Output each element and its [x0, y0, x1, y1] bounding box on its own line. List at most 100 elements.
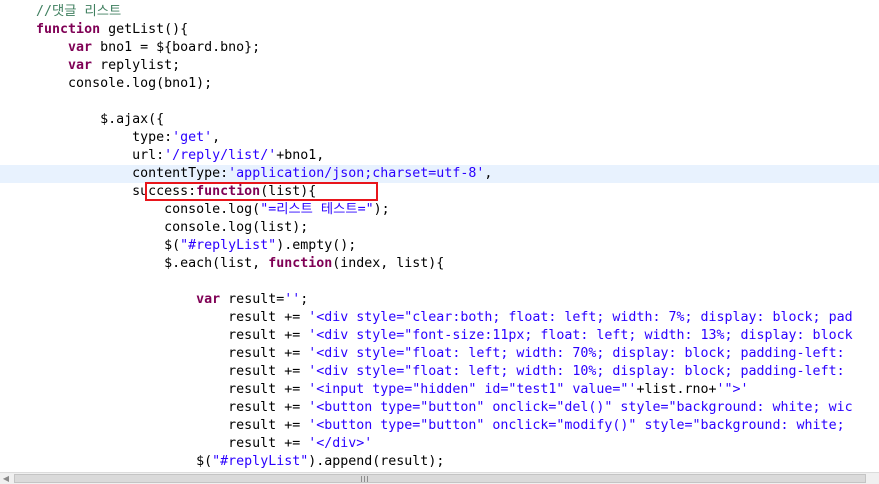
- code-token-plain: url:: [132, 148, 165, 163]
- code-token-string: '': [284, 292, 301, 307]
- code-token-plain: $(: [196, 454, 213, 469]
- code-line[interactable]: [0, 93, 879, 111]
- code-line[interactable]: //댓글 리스트: [0, 3, 879, 21]
- code-token-plain: result +=: [228, 382, 309, 397]
- code-token-string: '<button type="button" onclick="del()" s…: [308, 400, 853, 415]
- code-token-string: '">': [716, 382, 749, 397]
- code-token-plain: result +=: [228, 346, 309, 361]
- code-token-string: '<input type="hidden" id="test1" value="…: [308, 382, 637, 397]
- code-line[interactable]: result += '<div style="float: left; widt…: [0, 345, 879, 363]
- code-line[interactable]: console.log("=리스트 테스트=");: [0, 201, 879, 219]
- code-token-comment: //댓글 리스트: [36, 4, 122, 19]
- code-token-plain: result +=: [228, 436, 309, 451]
- code-line[interactable]: result += '<button type="button" onclick…: [0, 399, 879, 417]
- code-token-string: 'application/json;charset=utf-8': [228, 166, 485, 181]
- code-token-string: "#replyList": [180, 238, 277, 253]
- code-line[interactable]: $("#replyList").empty();: [0, 237, 879, 255]
- code-token-string: '<div style="float: left; width: 70%; di…: [308, 346, 845, 361]
- code-token-string: 'get': [172, 130, 213, 145]
- code-token-plain: ;: [300, 292, 309, 307]
- code-line[interactable]: result += '<div style="clear:both; float…: [0, 309, 879, 327]
- code-token-plain: ).empty();: [276, 238, 357, 253]
- code-token-string: '<div style="font-size:11px; float: left…: [308, 328, 853, 343]
- code-line[interactable]: var replylist;: [0, 57, 879, 75]
- code-line[interactable]: console.log(bno1);: [0, 75, 879, 93]
- code-line[interactable]: $("#replyList").append(result);: [0, 453, 879, 471]
- code-token-string: '<div style="clear:both; float: left; wi…: [308, 310, 853, 325]
- code-token-plain: replylist;: [92, 58, 181, 73]
- code-line[interactable]: result += '<div style="font-size:11px; f…: [0, 327, 879, 345]
- code-token-plain: );: [373, 202, 390, 217]
- code-token-plain: result +=: [228, 400, 309, 415]
- code-token-plain: result +=: [228, 418, 309, 433]
- code-token-keyword: var: [196, 292, 221, 307]
- code-token-plain: bno1 = ${board.bno};: [92, 40, 261, 55]
- code-token-plain: ).append(result);: [308, 454, 445, 469]
- code-token-plain: +list.rno+: [636, 382, 717, 397]
- code-token-plain: result +=: [228, 310, 309, 325]
- code-editor[interactable]: //댓글 리스트 function getList(){ var bno1 = …: [0, 0, 879, 472]
- code-token-plain: result +=: [228, 364, 309, 379]
- code-line[interactable]: $.each(list, function(index, list){: [0, 255, 879, 273]
- code-line[interactable]: result += '<input type="hidden" id="test…: [0, 381, 879, 399]
- code-line[interactable]: function getList(){: [0, 21, 879, 39]
- code-token-keyword: var: [68, 40, 93, 55]
- code-line[interactable]: [0, 273, 879, 291]
- code-token-plain: console.log(bno1);: [68, 76, 213, 91]
- code-token-plain: contentType:: [132, 166, 229, 181]
- code-line[interactable]: var bno1 = ${board.bno};: [0, 39, 879, 57]
- code-line[interactable]: result += '<button type="button" onclick…: [0, 417, 879, 435]
- code-line[interactable]: var result='';: [0, 291, 879, 309]
- code-token-keyword: function: [268, 256, 333, 271]
- code-line[interactable]: result += '</div>': [0, 435, 879, 453]
- code-token-plain: $.each(list,: [164, 256, 269, 271]
- scrollbar-thumb[interactable]: [14, 474, 866, 483]
- code-line[interactable]: contentType:'application/json;charset=ut…: [0, 165, 879, 183]
- code-line[interactable]: success:function(list){: [0, 183, 879, 201]
- code-token-string: '<button type="button" onclick="modify()…: [308, 418, 845, 433]
- code-token-string: '<div style="float: left; width: 10%; di…: [308, 364, 845, 379]
- code-line[interactable]: url:'/reply/list/'+bno1,: [0, 147, 879, 165]
- code-token-plain: result=: [220, 292, 285, 307]
- code-token-plain: (index, list){: [332, 256, 445, 271]
- code-token-string: "#replyList": [212, 454, 309, 469]
- code-line[interactable]: type:'get',: [0, 129, 879, 147]
- code-line[interactable]: console.log(list);: [0, 219, 879, 237]
- code-token-string: '/reply/list/': [164, 148, 277, 163]
- code-token-string: "=리스트 테스트=": [260, 202, 374, 217]
- code-token-string: '</div>': [308, 436, 373, 451]
- code-token-plain: +bno1,: [276, 148, 325, 163]
- code-line[interactable]: $.ajax({: [0, 111, 879, 129]
- code-token-plain: type:: [132, 130, 173, 145]
- code-token-plain: ,: [484, 166, 493, 181]
- annotation-highlight-box: [145, 182, 378, 201]
- scroll-left-arrow-icon[interactable]: ◀: [0, 473, 12, 484]
- code-token-keyword: function: [36, 22, 101, 37]
- code-token-plain: $(: [164, 238, 181, 253]
- horizontal-scrollbar[interactable]: ◀: [0, 472, 879, 484]
- code-line[interactable]: result += '<div style="float: left; widt…: [0, 363, 879, 381]
- code-token-plain: result +=: [228, 328, 309, 343]
- code-token-plain: console.log(list);: [164, 220, 309, 235]
